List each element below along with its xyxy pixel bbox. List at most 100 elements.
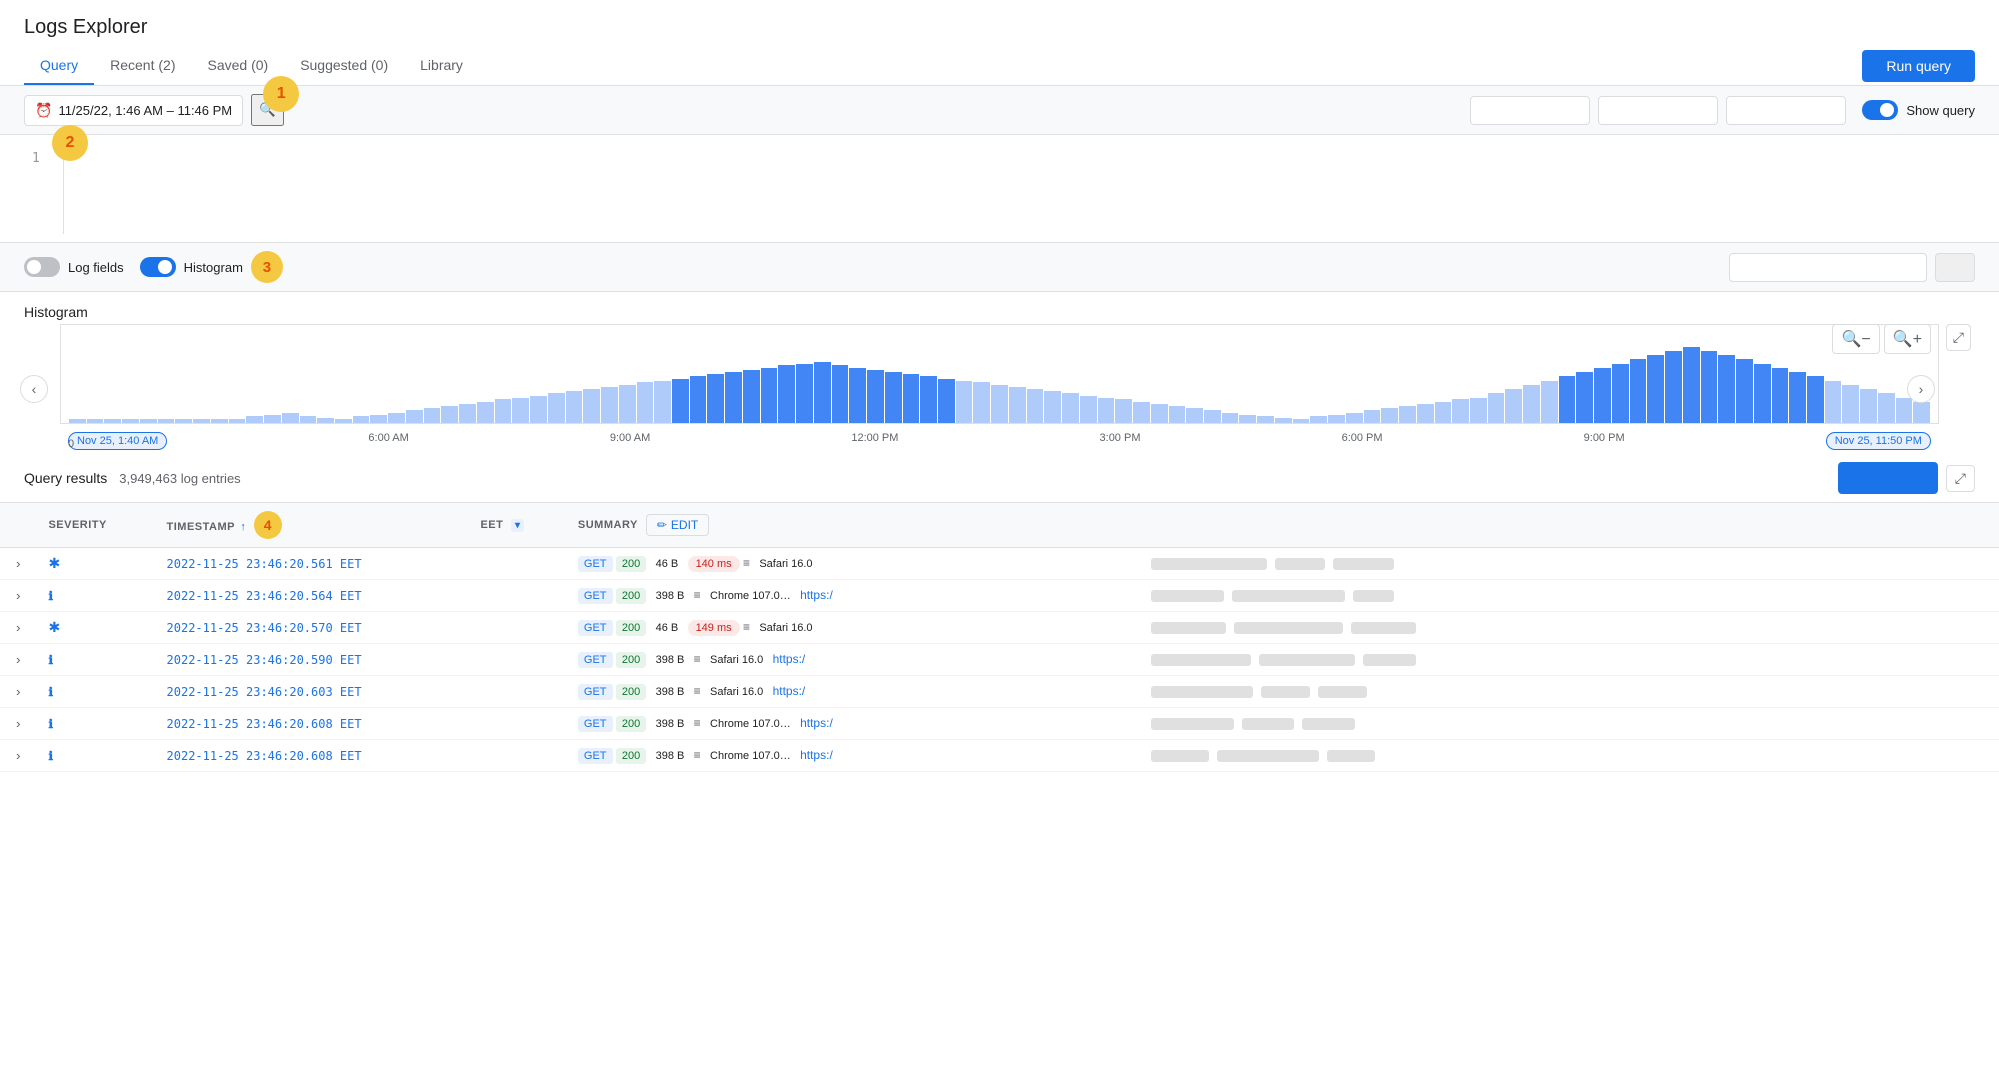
edit-button[interactable]: ✏ EDIT [646,514,709,536]
col-timestamp-header[interactable]: TIMESTAMP ↑ 4 [155,503,469,548]
histogram-bar [1630,359,1647,423]
eet-cell [468,548,565,580]
query-editor[interactable] [76,147,1963,227]
histogram-bar [1115,399,1132,423]
app-title: Logs Explorer [0,0,1999,47]
summary-cell: GET 200 46 B 149 ms ≡ Safari 16.0 [566,612,1139,644]
histogram-bar [885,372,902,423]
log-name-dropdown[interactable] [1598,96,1718,125]
histogram-bar [920,376,937,423]
show-query-toggle[interactable] [1862,100,1898,120]
redacted-content [1151,686,1253,698]
method-tag: GET [578,620,613,636]
histogram-bar [725,372,742,423]
histogram-bar [441,406,458,423]
table-row: ›ℹ2022-11-25 23:46:20.608 EETGET 200 398… [0,708,1999,740]
histogram-bar [158,419,175,423]
histogram-bar [991,385,1008,423]
zoom-out-button[interactable]: 🔍− [1832,324,1879,354]
nav-right-button[interactable]: › [1907,375,1935,403]
severity-cell: ℹ [36,676,154,708]
redacted-content [1353,590,1395,602]
col-eet-header[interactable]: EET ▾ [468,503,565,548]
results-count: 3,949,463 log entries [119,471,240,486]
download-button[interactable] [1838,462,1938,494]
browser-tag: Chrome 107.0… [704,716,797,732]
col-extra-header [1139,503,1999,548]
histogram-toggle[interactable] [140,257,176,277]
histogram-bar [264,415,281,424]
severity-info-icon: ℹ [48,717,53,731]
redacted-cell [1139,740,1999,772]
extra-url: https:/ [800,716,833,730]
histogram-bar [1718,355,1735,423]
histogram-bar [477,402,494,423]
histogram-bar [1842,385,1859,423]
nav-left-button[interactable]: ‹ [20,375,48,403]
histogram-title: Histogram [24,304,1975,320]
zoom-in-button[interactable]: 🔍+ [1884,324,1931,354]
expand-row-button[interactable]: › [12,618,24,637]
expand-results-button[interactable]: ⤢ [1946,465,1975,492]
tab-library[interactable]: Library [404,47,479,85]
redacted-content [1259,654,1355,666]
resource-dropdown[interactable] [1470,96,1590,125]
col-severity-header[interactable]: SEVERITY [36,503,154,548]
histogram-bar [87,419,104,423]
histogram-bar [1009,387,1026,423]
expand-row-button[interactable]: › [12,586,24,605]
histogram-bar [814,362,831,423]
tab-recent[interactable]: Recent (2) [94,47,191,85]
histogram-axis: Nov 25, 1:40 AM 6:00 AM 9:00 AM 12:00 PM… [60,428,1939,454]
run-query-button[interactable]: Run query [1862,50,1975,82]
expand-row-button[interactable]: › [12,650,24,669]
timestamp-cell: 2022-11-25 23:46:20.570 EET [155,612,469,644]
severity-dropdown[interactable] [1726,96,1846,125]
histogram-bar [370,415,387,424]
histogram-bar [388,413,405,423]
histogram-bar [530,396,547,423]
axis-9am: 9:00 AM [610,432,650,450]
zoom-out-icon: 🔍− [1841,331,1870,348]
eet-cell [468,612,565,644]
histogram-bar [69,419,86,423]
timestamp-cell: 2022-11-25 23:46:20.603 EET [155,676,469,708]
histogram-bar [1169,406,1186,423]
expand-row-button[interactable]: › [12,554,24,573]
browser-tag: Safari 16.0 [753,556,818,572]
time-range-button[interactable]: ⏰ 11/25/22, 1:46 AM – 11:46 PM [24,95,243,126]
expand-row-button[interactable]: › [12,746,24,765]
pencil-icon: ✏ [657,518,667,532]
menu-icon: ≡ [694,588,701,602]
filter-input[interactable] [1729,253,1927,282]
summary-cell: GET 200 398 B ≡ Chrome 107.0… https:/ [566,740,1139,772]
redacted-content [1242,718,1294,730]
status-tag: 200 [616,588,646,604]
redacted-content [1302,718,1356,730]
view-dropdown[interactable] [1935,253,1975,282]
status-tag: 200 [616,716,646,732]
expand-histogram-button[interactable]: ⤢ [1946,324,1971,351]
histogram-bar [1310,416,1327,423]
histogram-bar [1239,415,1256,424]
search-input[interactable] [292,103,1463,118]
redacted-content [1217,750,1318,762]
histogram-bar [459,404,476,423]
histogram-bar [778,365,795,423]
tab-query[interactable]: Query [24,47,94,85]
histogram-bar [619,385,636,423]
histogram-bar [1789,372,1806,423]
browser-tag: Safari 16.0 [704,652,769,668]
redacted-cell [1139,580,1999,612]
callout-1: 1 [263,76,299,112]
axis-6am: 6:00 AM [368,432,408,450]
clock-icon: ⏰ [35,102,52,119]
histogram-bar [1541,381,1558,424]
log-fields-toggle[interactable] [24,257,60,277]
tab-suggested[interactable]: Suggested (0) [284,47,404,85]
expand-row-button[interactable]: › [12,714,24,733]
eet-cell [468,644,565,676]
browser-tag: Chrome 107.0… [704,748,797,764]
expand-row-button[interactable]: › [12,682,24,701]
timestamp-cell: 2022-11-25 23:46:20.564 EET [155,580,469,612]
